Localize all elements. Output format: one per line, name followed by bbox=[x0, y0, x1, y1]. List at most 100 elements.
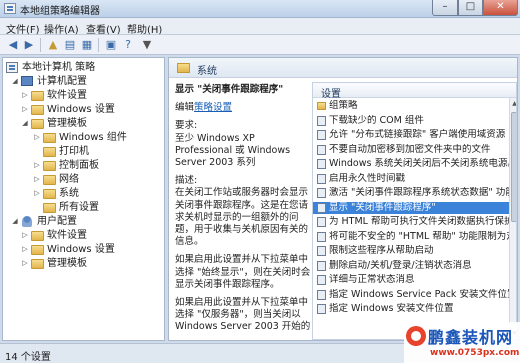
list-item-label: 删除启动/关机/登录/注销状态消息 bbox=[329, 259, 472, 271]
collapse-arrow-icon[interactable]: ◢ bbox=[11, 75, 19, 88]
back-arrow-icon[interactable]: ◀ bbox=[6, 38, 20, 52]
policy-setting-icon bbox=[317, 202, 326, 213]
list-item-label: 为 HTML 帮助可执行文件关闭数据执行保护 bbox=[329, 216, 509, 227]
list-item-label: 将可能不安全的 "HTML 帮助" 功能限制为对指 bbox=[329, 230, 509, 242]
help-icon[interactable]: ? bbox=[121, 38, 135, 52]
export-list-icon[interactable]: ▦ bbox=[80, 38, 94, 52]
minimize-button[interactable]: – bbox=[432, 0, 458, 16]
folder-icon bbox=[31, 91, 44, 101]
detail-header-title: 系统 bbox=[197, 66, 217, 77]
list-item[interactable]: 将可能不安全的 "HTML 帮助" 功能限制为对指 bbox=[313, 231, 509, 243]
filter-icon[interactable]: ▼ bbox=[140, 38, 154, 52]
list-item[interactable]: 指定 Windows Service Pack 安装文件位置 bbox=[313, 289, 509, 301]
policy-setting-icon bbox=[317, 260, 326, 271]
expand-arrow-icon[interactable]: ▷ bbox=[33, 159, 41, 172]
expand-arrow-icon[interactable]: ▷ bbox=[33, 131, 41, 144]
expand-arrow-icon[interactable]: ▷ bbox=[21, 103, 29, 116]
menu-action[interactable]: 操作(A) bbox=[44, 21, 79, 36]
folder-icon bbox=[43, 175, 56, 185]
forward-arrow-icon[interactable]: ▶ bbox=[22, 38, 36, 52]
policy-setting-icon bbox=[317, 231, 326, 242]
policy-icon bbox=[6, 62, 18, 73]
list-item[interactable]: 为 HTML 帮助可执行文件关闭数据执行保护 bbox=[313, 216, 509, 228]
policy-setting-icon bbox=[317, 159, 326, 169]
expand-arrow-icon[interactable]: ▷ bbox=[21, 257, 29, 270]
list-item-folder[interactable]: 组策略 bbox=[313, 100, 509, 112]
edit-prefix: 编辑 bbox=[175, 102, 195, 114]
folder-icon bbox=[43, 189, 56, 199]
properties-icon[interactable]: ▣ bbox=[104, 38, 118, 52]
expand-arrow-icon[interactable]: ▷ bbox=[33, 187, 41, 200]
maximize-button[interactable]: □ bbox=[458, 0, 483, 16]
list-item-label: 启用永久性时间戳 bbox=[329, 172, 406, 184]
list-item-label: Windows 系统关闭关闭后不关闭系统电源。 bbox=[329, 158, 509, 169]
expand-arrow-icon[interactable]: ▷ bbox=[33, 173, 41, 186]
show-hide-tree-icon[interactable]: ▤ bbox=[63, 38, 77, 52]
scroll-thumb[interactable] bbox=[511, 112, 516, 222]
watermark-logo-icon bbox=[406, 326, 426, 346]
column-header-setting[interactable]: 设置 bbox=[313, 83, 516, 100]
up-folder-icon[interactable]: ▲ bbox=[46, 38, 60, 52]
user-icon bbox=[22, 216, 32, 227]
list-item[interactable]: 允许 "分布式链接跟踪" 客户端使用域资源 bbox=[313, 129, 509, 141]
policy-setting-icon bbox=[317, 304, 326, 314]
policy-setting-icon bbox=[317, 217, 326, 227]
list-item[interactable]: Windows 系统关闭关闭后不关闭系统电源。 bbox=[313, 158, 509, 170]
detail-header: 系统 bbox=[169, 58, 517, 78]
list-item-label: 详细与正常状态消息 bbox=[329, 274, 415, 285]
list-item-label: 指定 Windows 安装文件位置 bbox=[329, 303, 454, 314]
folder-icon bbox=[43, 161, 56, 171]
menu-help[interactable]: 帮助(H) bbox=[127, 21, 162, 36]
watermark-name: 鹏鑫装机网 bbox=[428, 328, 514, 347]
folder-icon bbox=[177, 63, 190, 73]
menu-file[interactable]: 文件(F) bbox=[6, 21, 40, 36]
list-item[interactable]: 下载缺少的 COM 组件 bbox=[313, 115, 509, 127]
setting-title: 显示 "关闭事件跟踪程序" bbox=[175, 84, 284, 95]
menu-view[interactable]: 查看(V) bbox=[86, 21, 121, 36]
computer-icon bbox=[21, 76, 33, 86]
window-title: 本地组策略编辑器 bbox=[20, 6, 100, 17]
watermark: 鹏鑫装机网 www.0753px.com bbox=[404, 322, 520, 363]
folder-icon bbox=[31, 105, 44, 115]
list-item[interactable]: 激活 "关闭事件跟踪程序系统状态数据" 功能 bbox=[313, 187, 509, 199]
toolbar-divider bbox=[98, 38, 99, 52]
close-button[interactable]: ✕ bbox=[483, 0, 518, 16]
status-text: 14 个设置 bbox=[5, 352, 51, 363]
watermark-url: www.0753px.com bbox=[430, 348, 520, 358]
edit-policy-link[interactable]: 策略设置 bbox=[194, 102, 232, 113]
scroll-up-icon[interactable]: ▲ bbox=[511, 100, 516, 109]
settings-list[interactable]: 设置 组策略下载缺少的 COM 组件允许 "分布式链接跟踪" 客户端使用域资源不… bbox=[312, 82, 517, 340]
folder-icon bbox=[31, 231, 44, 241]
list-item[interactable]: 限制这些程序从帮助启动 bbox=[313, 245, 509, 257]
collapse-arrow-icon[interactable]: ◢ bbox=[21, 117, 29, 130]
policy-setting-icon bbox=[317, 115, 326, 126]
expand-arrow-icon[interactable]: ▷ bbox=[21, 89, 29, 102]
list-item-label: 指定 Windows Service Pack 安装文件位置 bbox=[329, 288, 509, 300]
requirements-label: 要求: bbox=[175, 120, 198, 132]
toolbar: ◀ ▶ ▲ ▤ ▦ ▣ ? ▼ bbox=[0, 35, 520, 55]
expand-arrow-icon[interactable]: ▷ bbox=[21, 229, 29, 242]
list-item[interactable]: 详细与正常状态消息 bbox=[313, 274, 509, 286]
list-item[interactable]: 不要自动加密移到加密文件夹中的文件 bbox=[313, 144, 509, 156]
app-icon bbox=[4, 3, 16, 14]
list-item-label: 不要自动加密移到加密文件夹中的文件 bbox=[329, 143, 491, 155]
list-item-label: 激活 "关闭事件跟踪程序系统状态数据" 功能 bbox=[329, 187, 509, 198]
tree-pane[interactable]: 本地计算机 策略 ◢ 计算机配置 ▷ 软件设置 ▷ Windows 设置 ◢ 管… bbox=[2, 57, 165, 341]
list-item[interactable]: 指定 Windows 安装文件位置 bbox=[313, 303, 509, 315]
list-item[interactable]: 删除启动/关机/登录/注销状态消息 bbox=[313, 260, 509, 272]
description-text: 在关闭工作站或服务器时会显示关闭事件跟踪程序。这是在您请求关机时显示的一组额外的… bbox=[175, 187, 309, 248]
policy-setting-icon bbox=[317, 188, 326, 198]
folder-icon bbox=[31, 245, 44, 255]
list-item[interactable]: 显示 "关闭事件跟踪程序" bbox=[313, 201, 509, 214]
list-item-label: 下载缺少的 COM 组件 bbox=[329, 114, 424, 126]
folder-icon bbox=[317, 102, 326, 110]
policy-setting-icon bbox=[317, 275, 326, 285]
detail-pane: 系统 显示 "关闭事件跟踪程序" 编辑策略设置 要求: 至少 Windows X… bbox=[168, 57, 518, 341]
policy-setting-icon bbox=[317, 246, 326, 256]
collapse-arrow-icon[interactable]: ◢ bbox=[11, 215, 19, 228]
list-item-label: 允许 "分布式链接跟踪" 客户端使用域资源 bbox=[329, 129, 506, 140]
expand-arrow-icon[interactable]: ▷ bbox=[21, 243, 29, 256]
folder-icon bbox=[31, 259, 44, 269]
vertical-scrollbar[interactable]: ▲ ▼ bbox=[509, 98, 516, 339]
list-item[interactable]: 启用永久性时间戳 bbox=[313, 173, 509, 185]
